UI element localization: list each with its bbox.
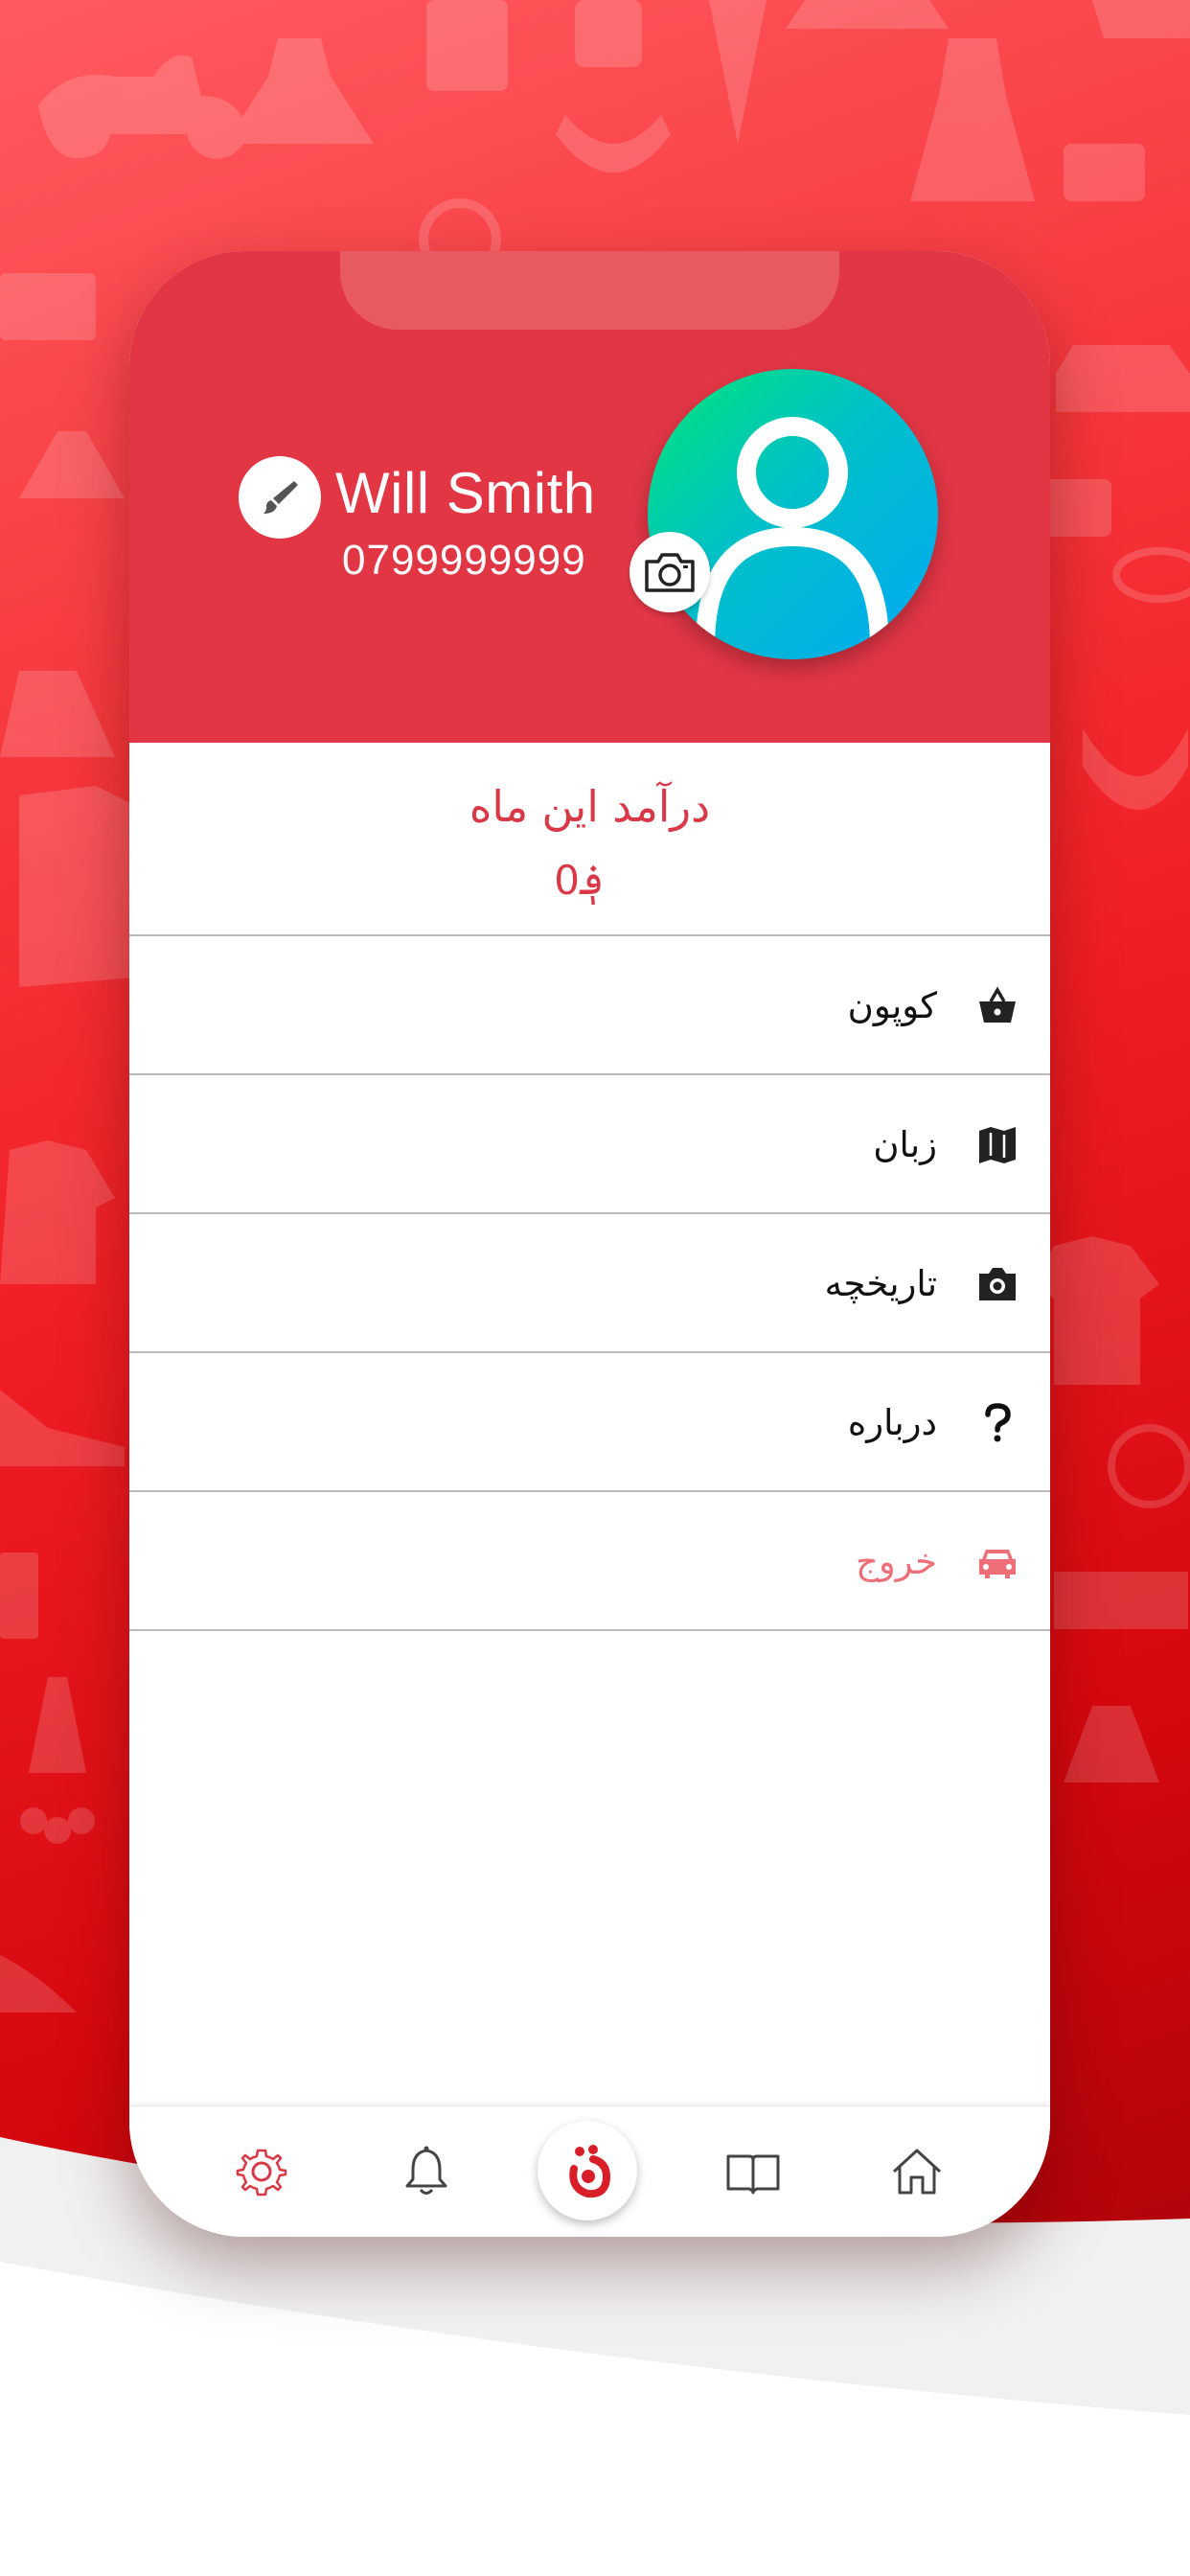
- home-icon[interactable]: [888, 2143, 946, 2200]
- phone-notch: [340, 251, 839, 330]
- monthly-earnings: درآمد این ماه ؋0: [129, 743, 1050, 934]
- car-icon: [979, 1550, 1016, 1578]
- brush-icon: [263, 481, 298, 514]
- menu-item-label: تاریخچه: [824, 1263, 937, 1304]
- bell-icon[interactable]: [398, 2143, 455, 2200]
- camera-icon: [979, 1268, 1016, 1300]
- currency-symbol: ؋: [579, 856, 605, 905]
- menu-item-history[interactable]: تاریخچه: [129, 1212, 1050, 1351]
- earnings-amount: 0: [554, 857, 580, 904]
- settings-menu: کوپون زبان تاریخچه درباره خروج: [129, 934, 1050, 1631]
- menu-item-label: کوپون: [847, 985, 937, 1026]
- menu-item-about[interactable]: درباره: [129, 1351, 1050, 1490]
- map-icon: [979, 1127, 1016, 1163]
- earnings-title: درآمد این ماه: [469, 781, 711, 832]
- menu-item-label: زبان: [873, 1124, 937, 1165]
- gear-icon[interactable]: [233, 2143, 290, 2200]
- menu-item-language[interactable]: زبان: [129, 1073, 1050, 1212]
- profile-header: Will Smith 0799999999: [129, 251, 1050, 743]
- menu-item-label: خروج: [855, 1541, 937, 1582]
- basket-icon: [979, 986, 1016, 1023]
- bottom-navigation: [129, 2105, 1050, 2237]
- menu-item-logout[interactable]: خروج: [129, 1490, 1050, 1631]
- menu-item-coupon[interactable]: کوپون: [129, 934, 1050, 1073]
- avatar[interactable]: [648, 369, 938, 659]
- book-icon[interactable]: [724, 2143, 782, 2200]
- change-photo-button[interactable]: [629, 532, 710, 612]
- center-action-button[interactable]: [538, 2121, 637, 2220]
- user-phone: 0799999999: [342, 537, 586, 584]
- edit-profile-button[interactable]: [239, 456, 321, 539]
- camera-icon: [645, 553, 695, 592]
- question-icon: [985, 1403, 1011, 1442]
- menu-item-label: درباره: [847, 1402, 937, 1443]
- user-name: Will Smith: [335, 461, 596, 525]
- app-logo-icon: [569, 2145, 611, 2198]
- phone-frame: Will Smith 0799999999 درآمد این ماه ؋0 ک…: [129, 251, 1050, 2237]
- user-silhouette-icon: [696, 417, 889, 648]
- earnings-value: ؋0: [129, 856, 1050, 905]
